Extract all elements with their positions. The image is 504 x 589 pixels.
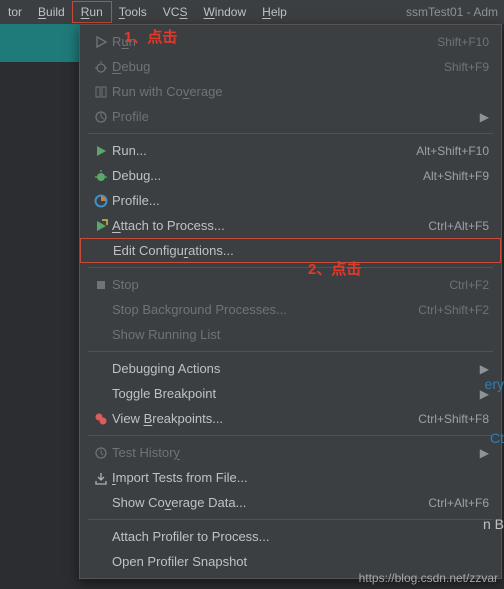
watermark: https://blog.csdn.net/zzvar [359, 571, 498, 585]
history-icon [90, 446, 112, 460]
menu-help[interactable]: Help [254, 2, 295, 22]
menu-item-attach-profiler-to-process[interactable]: Attach Profiler to Process... [80, 524, 501, 549]
menu-item-stop-background-processes: Stop Background Processes...Ctrl+Shift+F… [80, 297, 501, 322]
menu-item-run: RunShift+F10 [80, 29, 501, 54]
separator [88, 435, 493, 436]
play-green-icon [90, 144, 112, 158]
menu-item-label: Open Profiler Snapshot [112, 554, 489, 569]
shortcut: Ctrl+Shift+F2 [418, 303, 489, 317]
menu-item-label: Debugging Actions [112, 361, 472, 376]
menu-vcs[interactable]: VCS [155, 2, 196, 22]
menu-item-label: Import Tests from File... [112, 470, 489, 485]
window-title: ssmTest01 - Adm [406, 5, 504, 19]
menu-window[interactable]: Window [195, 2, 254, 22]
menu-item-label: Run... [112, 143, 416, 158]
shortcut: Alt+Shift+F10 [416, 144, 489, 158]
menu-item-label: Run with Coverage [112, 84, 489, 99]
submenu-arrow-icon: ▶ [472, 110, 489, 124]
edge-text: ery [485, 376, 504, 392]
shortcut: Ctrl+Alt+F6 [428, 496, 489, 510]
menu-item-stop: StopCtrl+F2 [80, 272, 501, 297]
edge-text: n B [483, 516, 504, 532]
menu-item-label: Debug [112, 59, 444, 74]
menu-item-label: Profile... [112, 193, 489, 208]
separator [88, 351, 493, 352]
background-strip [0, 24, 80, 62]
menu-item-debug[interactable]: Debug...Alt+Shift+F9 [80, 163, 501, 188]
profile-color-icon [90, 194, 112, 208]
shortcut: Ctrl+F2 [449, 278, 489, 292]
menu-item-debug: DebugShift+F9 [80, 54, 501, 79]
submenu-arrow-icon: ▶ [472, 446, 489, 460]
menu-item-label: Stop [112, 277, 449, 292]
coverage-icon [90, 85, 112, 99]
menu-item-label: Show Coverage Data... [112, 495, 428, 510]
menu-item-run[interactable]: Run...Alt+Shift+F10 [80, 138, 501, 163]
menu-item-edit-configurations[interactable]: Edit Configurations... [80, 238, 501, 263]
separator [88, 267, 493, 268]
menu-item-show-coverage-data[interactable]: Show Coverage Data...Ctrl+Alt+F6 [80, 490, 501, 515]
attach-icon [90, 219, 112, 233]
menu-item-label: Toggle Breakpoint [112, 386, 472, 401]
stop-icon [90, 278, 112, 292]
menu-item-label: Attach to Process... [112, 218, 428, 233]
edge-text: Ct [490, 430, 504, 446]
menu-item-show-running-list: Show Running List [80, 322, 501, 347]
play-outline-icon [90, 35, 112, 49]
menu-item-label: Edit Configurations... [113, 243, 488, 258]
menu-item-debugging-actions[interactable]: Debugging Actions▶ [80, 356, 501, 381]
bug-green-icon [90, 169, 112, 183]
menu-item-attach-to-process[interactable]: Attach to Process...Ctrl+Alt+F5 [80, 213, 501, 238]
run-menu-dropdown: RunShift+F10DebugShift+F9Run with Covera… [79, 24, 502, 579]
shortcut: Shift+F9 [444, 60, 489, 74]
breakpoints-icon [90, 412, 112, 426]
menu-run[interactable]: Run [73, 2, 111, 22]
menu-item-profile[interactable]: Profile... [80, 188, 501, 213]
menu-tools[interactable]: Tools [111, 2, 155, 22]
menu-item-label: Test History [112, 445, 472, 460]
menu-item-label: Show Running List [112, 327, 489, 342]
menu-item-label: Profile [112, 109, 472, 124]
menu-build[interactable]: Build [30, 2, 73, 22]
shortcut: Shift+F10 [437, 35, 489, 49]
menu-tor[interactable]: tor [0, 2, 30, 22]
shortcut: Ctrl+Shift+F8 [418, 412, 489, 426]
menu-item-label: View Breakpoints... [112, 411, 418, 426]
menu-item-run-with-coverage: Run with Coverage [80, 79, 501, 104]
import-icon [90, 471, 112, 485]
separator [88, 133, 493, 134]
bug-outline-icon [90, 60, 112, 74]
menu-item-profile: Profile▶ [80, 104, 501, 129]
shortcut: Ctrl+Alt+F5 [428, 219, 489, 233]
shortcut: Alt+Shift+F9 [423, 169, 489, 183]
menu-item-test-history: Test History▶ [80, 440, 501, 465]
submenu-arrow-icon: ▶ [472, 362, 489, 376]
profile-outline-icon [90, 110, 112, 124]
menubar: torBuildRunToolsVCSWindowHelp ssmTest01 -… [0, 0, 504, 24]
menu-item-toggle-breakpoint[interactable]: Toggle Breakpoint▶ [80, 381, 501, 406]
menu-item-view-breakpoints[interactable]: View Breakpoints...Ctrl+Shift+F8 [80, 406, 501, 431]
menu-item-import-tests-from-file[interactable]: Import Tests from File... [80, 465, 501, 490]
menu-item-label: Debug... [112, 168, 423, 183]
menu-item-label: Attach Profiler to Process... [112, 529, 489, 544]
menu-item-label: Stop Background Processes... [112, 302, 418, 317]
separator [88, 519, 493, 520]
menu-item-label: Run [112, 34, 437, 49]
